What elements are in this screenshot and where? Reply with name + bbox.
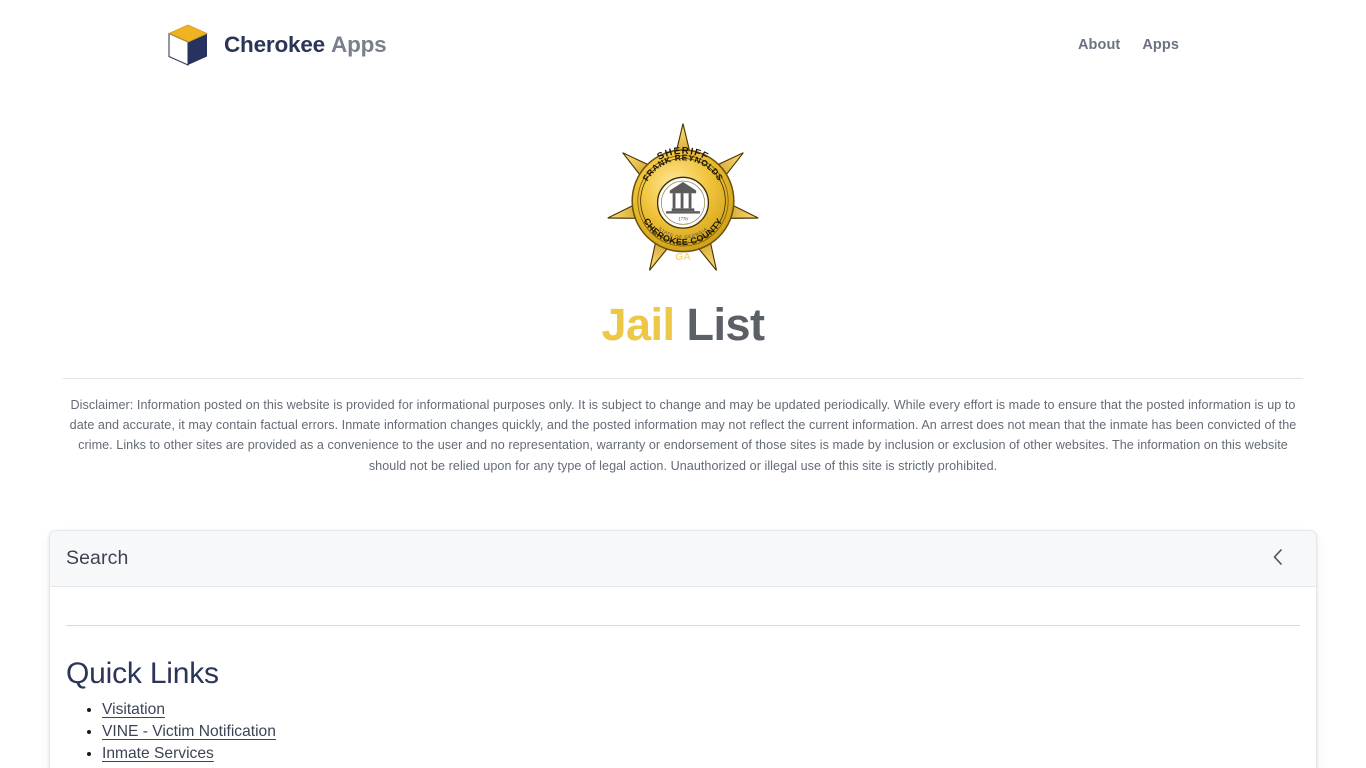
search-panel-collapse-button[interactable]	[1264, 544, 1292, 573]
hero-section: 1776 SHERIFF FRANK REYNOLDS CHEROKEE COU…	[0, 90, 1366, 476]
card-body-divider	[66, 625, 1300, 627]
chevron-left-icon	[1270, 548, 1286, 569]
brand-name-light: Apps	[331, 32, 387, 57]
search-panel-header[interactable]: Search	[50, 531, 1316, 588]
search-panel-title: Search	[66, 547, 129, 570]
quick-link-inmate-services[interactable]: Inmate Services	[102, 745, 214, 762]
site-header: Cherokee Apps About Apps	[0, 0, 1366, 90]
disclaimer-text: Disclaimer: Information posted on this w…	[69, 397, 1297, 473]
quick-link-visitation[interactable]: Visitation	[102, 701, 165, 718]
hero-divider	[63, 377, 1303, 379]
main-nav: About Apps	[1078, 37, 1179, 53]
page-title-highlight: Jail	[601, 299, 675, 350]
cube-logo-icon	[165, 22, 211, 68]
search-card-body: Quick Links Visitation VINE - Victim Not…	[50, 625, 1316, 768]
svg-text:GA: GA	[675, 252, 691, 263]
list-item: Inmate Services	[102, 746, 1300, 762]
page-title: Jail List	[0, 300, 1366, 350]
search-card: Search Quick Links Visitation VINE - Vic…	[49, 530, 1317, 768]
brand-name-bold: Cherokee	[224, 32, 325, 57]
list-item: VINE - Victim Notification	[102, 724, 1300, 740]
page-title-rest: List	[686, 299, 766, 350]
quick-link-vine[interactable]: VINE - Victim Notification	[102, 723, 276, 740]
nav-link-about[interactable]: About	[1078, 37, 1120, 53]
badge-wrap: 1776 SHERIFF FRANK REYNOLDS CHEROKEE COU…	[0, 118, 1366, 278]
nav-link-apps[interactable]: Apps	[1142, 37, 1179, 53]
svg-text:1776: 1776	[678, 218, 688, 223]
brand-logo-link[interactable]: Cherokee Apps	[165, 22, 387, 68]
brand-name: Cherokee Apps	[224, 32, 387, 58]
quick-links-list: Visitation VINE - Victim Notification In…	[66, 702, 1300, 768]
list-item: Visitation	[102, 702, 1300, 718]
sheriff-star-badge-icon: 1776 SHERIFF FRANK REYNOLDS CHEROKEE COU…	[607, 123, 759, 271]
quick-links-heading: Quick Links	[66, 657, 219, 691]
